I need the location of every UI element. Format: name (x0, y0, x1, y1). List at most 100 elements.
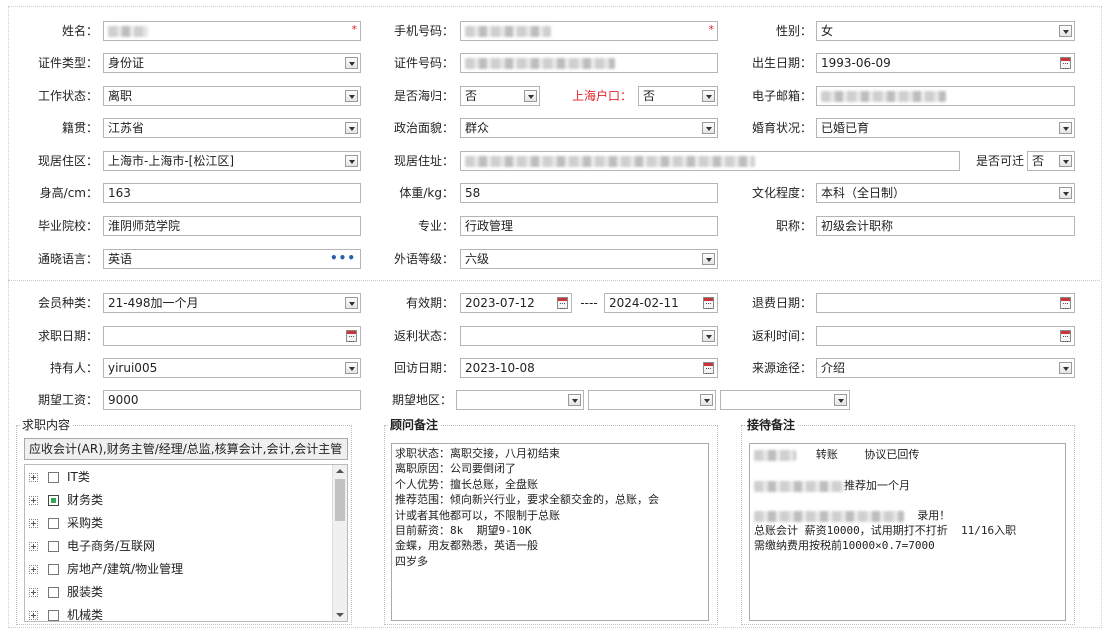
expand-plus-icon[interactable] (29, 565, 38, 574)
dropdown-arrow-icon[interactable] (568, 394, 581, 406)
marital-select[interactable]: 已婚已育 (816, 118, 1075, 138)
weight-value: 58 (465, 186, 481, 200)
weight-input[interactable]: 58 (460, 183, 718, 203)
checkbox[interactable] (48, 587, 59, 598)
overseas-select[interactable]: 否 (460, 86, 540, 106)
region-province-select[interactable] (456, 390, 584, 410)
dropdown-arrow-icon[interactable] (702, 122, 715, 134)
reception-text-1: 转账 协议已回传 (815, 448, 920, 461)
region-district-select[interactable] (720, 390, 850, 410)
checkbox[interactable] (48, 541, 59, 552)
region-city-select[interactable] (588, 390, 716, 410)
tree-item-purchasing[interactable]: 采购类 (29, 512, 103, 534)
calendar-icon[interactable] (703, 297, 714, 309)
dropdown-arrow-icon[interactable] (702, 253, 715, 265)
lang-level-select[interactable]: 六级 (460, 249, 718, 269)
residence-area-select[interactable]: 上海市-上海市-[松江区] (103, 151, 361, 171)
source-select[interactable]: 介绍 (816, 358, 1075, 378)
checkbox[interactable] (48, 564, 59, 575)
dropdown-arrow-icon[interactable] (1059, 25, 1072, 37)
dropdown-arrow-icon[interactable] (834, 394, 847, 406)
dropdown-arrow-icon[interactable] (1059, 122, 1072, 134)
relocate-select[interactable]: 否 (1027, 151, 1075, 171)
holder-select[interactable]: yirui005 (103, 358, 361, 378)
tree-scrollbar[interactable] (332, 465, 347, 621)
scroll-up-icon[interactable] (336, 469, 344, 473)
tree-item-ecommerce[interactable]: 电子商务/互联网 (29, 535, 155, 557)
dropdown-arrow-icon[interactable] (702, 90, 715, 102)
dropdown-arrow-icon[interactable] (345, 297, 358, 309)
tree-item-it[interactable]: IT类 (29, 466, 90, 488)
tree-item-realestate[interactable]: 房地产/建筑/物业管理 (29, 558, 183, 580)
job-date-input[interactable] (103, 326, 361, 346)
native-select[interactable]: 江苏省 (103, 118, 361, 138)
visit-date-input[interactable]: 2023-10-08 (460, 358, 718, 378)
dropdown-arrow-icon[interactable] (345, 90, 358, 102)
work-status-select[interactable]: 离职 (103, 86, 361, 106)
member-type-select[interactable]: 21-498加一个月 (103, 293, 361, 313)
reception-line-5: 需缴纳费用按税前10000×0.7=7000 (754, 539, 935, 552)
tree-item-finance[interactable]: 财务类 (29, 489, 103, 511)
checkbox[interactable] (48, 472, 59, 483)
gender-select[interactable]: 女 (816, 21, 1075, 41)
salary-input[interactable]: 9000 (103, 390, 361, 410)
title-input[interactable]: 初级会计职称 (816, 216, 1075, 236)
checkbox[interactable] (48, 518, 59, 529)
scroll-thumb[interactable] (335, 479, 345, 521)
scroll-down-icon[interactable] (336, 613, 344, 617)
expand-plus-icon[interactable] (29, 542, 38, 551)
dropdown-arrow-icon[interactable] (345, 362, 358, 374)
valid-from-input[interactable]: 2023-07-12 (460, 293, 572, 313)
dropdown-arrow-icon[interactable] (345, 122, 358, 134)
tree-item-label: 采购类 (67, 516, 104, 530)
phone-input[interactable]: * (460, 21, 718, 41)
job-summary-field[interactable]: 应收会计(AR),财务主管/经理/总监,核算会计,会计,会计主管 (24, 438, 348, 460)
calendar-icon[interactable] (346, 330, 357, 342)
calendar-icon[interactable] (1060, 57, 1071, 69)
checkbox[interactable] (48, 610, 59, 621)
language-input[interactable]: 英语 ••• (103, 249, 361, 269)
expand-plus-icon[interactable] (29, 519, 38, 528)
school-input[interactable]: 淮阴师范学院 (103, 216, 361, 236)
advisor-notes-textarea[interactable]: 求职状态：离职交接，八月初结束 离职原因：公司要倒闭了 个人优势：擅长总账，全盘… (391, 443, 709, 621)
political-select[interactable]: 群众 (460, 118, 718, 138)
expand-plus-icon[interactable] (29, 496, 38, 505)
dropdown-arrow-icon[interactable] (524, 90, 537, 102)
holder-label: 持有人： (49, 361, 98, 375)
tree-item-apparel[interactable]: 服装类 (29, 581, 103, 603)
dropdown-arrow-icon[interactable] (345, 57, 358, 69)
calendar-icon[interactable] (557, 297, 568, 309)
dropdown-arrow-icon[interactable] (1059, 362, 1072, 374)
calendar-icon[interactable] (1060, 330, 1071, 342)
calendar-icon[interactable] (703, 362, 714, 374)
more-options-icon[interactable]: ••• (330, 250, 356, 266)
id-type-select[interactable]: 身份证 (103, 53, 361, 73)
name-input[interactable]: * (103, 21, 361, 41)
refund-date-input[interactable] (816, 293, 1075, 313)
height-input[interactable]: 163 (103, 183, 361, 203)
valid-to-input[interactable]: 2024-02-11 (604, 293, 718, 313)
calendar-icon[interactable] (1060, 297, 1071, 309)
checkbox-partial[interactable] (48, 495, 59, 506)
hukou-select[interactable]: 否 (638, 86, 718, 106)
language-label: 通晓语言： (37, 252, 98, 266)
dropdown-arrow-icon[interactable] (1059, 187, 1072, 199)
job-category-tree[interactable]: IT类 财务类 采购类 电子商务/互联网 房地产/建筑/物业管理 服装类 机械类 (24, 464, 348, 622)
expand-plus-icon[interactable] (29, 588, 38, 597)
major-input[interactable]: 行政管理 (460, 216, 718, 236)
email-input[interactable] (816, 86, 1075, 106)
dropdown-arrow-icon[interactable] (700, 394, 713, 406)
dropdown-arrow-icon[interactable] (1059, 155, 1072, 167)
residence-addr-input[interactable] (460, 151, 960, 171)
id-no-input[interactable] (460, 53, 718, 73)
dropdown-arrow-icon[interactable] (702, 330, 715, 342)
rebate-time-input[interactable] (816, 326, 1075, 346)
dropdown-arrow-icon[interactable] (345, 155, 358, 167)
expand-plus-icon[interactable] (29, 473, 38, 482)
rebate-status-select[interactable] (460, 326, 718, 346)
education-select[interactable]: 本科（全日制） (816, 183, 1075, 203)
reception-notes-textarea[interactable]: 转账 协议已回传 推荐加一个月 录用！ 总账会计 薪资10000，试用期打不打折… (749, 443, 1066, 621)
expand-plus-icon[interactable] (29, 611, 38, 620)
birth-date-input[interactable]: 1993-06-09 (816, 53, 1075, 73)
tree-item-machinery[interactable]: 机械类 (29, 604, 103, 621)
